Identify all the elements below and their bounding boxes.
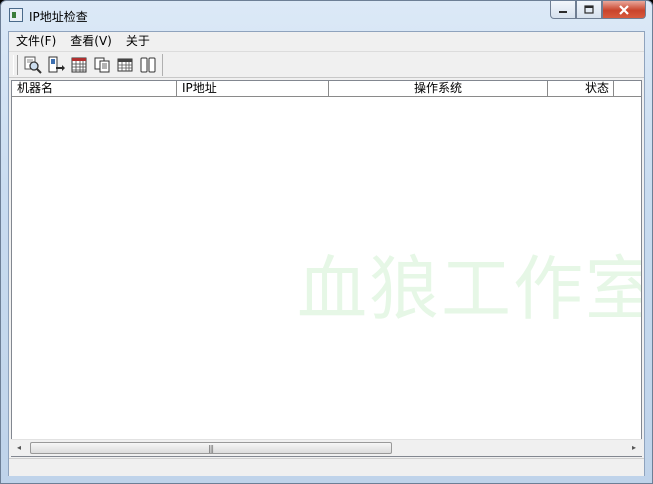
app-icon[interactable] bbox=[9, 8, 23, 22]
status-bar bbox=[9, 458, 644, 476]
scroll-right-arrow[interactable]: ▸ bbox=[629, 443, 639, 453]
client-area: 文件(F) 查看(V) 关于 机器名 IP地址 操作系统 状态 血狼工作室 ◂ … bbox=[8, 31, 645, 476]
toolbar bbox=[9, 52, 644, 78]
table-view-button[interactable] bbox=[67, 54, 90, 76]
window-title: IP地址检查 bbox=[29, 10, 88, 24]
column-header-status[interactable]: 状态 bbox=[548, 81, 614, 97]
menu-view[interactable]: 查看(V) bbox=[63, 32, 119, 51]
column-header-filler bbox=[614, 81, 641, 97]
app-window: IP地址检查 文件(F) 查看(V) 关于 机器名 IP地址 操作系统 状态 血… bbox=[0, 0, 653, 484]
export-arrow-icon bbox=[48, 56, 65, 72]
column-header-os[interactable]: 操作系统 bbox=[329, 81, 548, 97]
scroll-thumb-grip: ||| bbox=[208, 444, 214, 453]
columns-grid-icon bbox=[117, 58, 132, 71]
grid-table-icon bbox=[71, 57, 86, 72]
menu-file[interactable]: 文件(F) bbox=[9, 32, 63, 51]
scan-button[interactable] bbox=[21, 54, 44, 76]
copy-button[interactable] bbox=[90, 54, 113, 76]
horizontal-scrollbar[interactable]: ◂ ||| ▸ bbox=[11, 439, 642, 456]
maximize-icon bbox=[584, 5, 594, 14]
split-view-button[interactable] bbox=[136, 54, 159, 76]
toolbar-separator bbox=[162, 53, 163, 76]
menu-bar: 文件(F) 查看(V) 关于 bbox=[9, 32, 644, 52]
menu-about[interactable]: 关于 bbox=[119, 32, 157, 51]
column-header-ip-address[interactable]: IP地址 bbox=[177, 81, 329, 97]
title-bar[interactable]: IP地址检查 bbox=[1, 1, 652, 31]
close-button[interactable] bbox=[602, 1, 646, 19]
maximize-button[interactable] bbox=[576, 1, 602, 19]
export-button[interactable] bbox=[44, 54, 67, 76]
scroll-thumb[interactable]: ||| bbox=[30, 442, 392, 454]
caption-buttons bbox=[550, 1, 646, 21]
column-header-machine-name[interactable]: 机器名 bbox=[12, 81, 177, 97]
watermark-text: 血狼工作室 bbox=[297, 248, 642, 330]
close-icon bbox=[619, 4, 629, 15]
minimize-icon bbox=[559, 10, 567, 13]
toolbar-grip[interactable] bbox=[13, 54, 18, 75]
columns-button[interactable] bbox=[113, 54, 136, 76]
list-header: 机器名 IP地址 操作系统 状态 bbox=[12, 81, 641, 97]
split-panes-icon bbox=[140, 57, 155, 72]
minimize-button[interactable] bbox=[550, 1, 576, 19]
scroll-left-arrow[interactable]: ◂ bbox=[14, 443, 24, 453]
magnifier-scan-icon bbox=[24, 56, 42, 74]
copy-pages-icon bbox=[94, 57, 109, 72]
machine-list[interactable]: 机器名 IP地址 操作系统 状态 血狼工作室 bbox=[11, 80, 642, 457]
